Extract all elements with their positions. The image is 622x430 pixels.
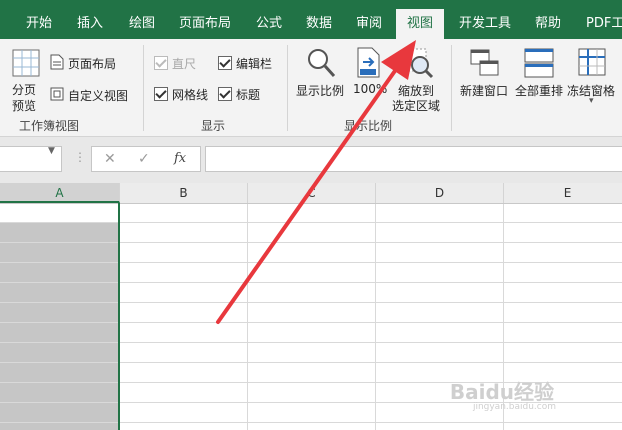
tab-view[interactable]: 视图 bbox=[396, 9, 444, 39]
gridlines-checkbox[interactable]: 网格线 bbox=[154, 85, 214, 103]
group-separator bbox=[287, 45, 288, 131]
watermark-url: jingyan.baidu.com bbox=[472, 402, 556, 412]
new-window-label: 新建窗口 bbox=[460, 84, 509, 98]
custom-views-icon bbox=[50, 87, 64, 101]
freeze-panes-icon bbox=[578, 48, 606, 76]
arrange-all-label: 全部重排 bbox=[515, 84, 564, 98]
tab-page-layout[interactable]: 页面布局 bbox=[179, 9, 231, 39]
ruler-checkbox[interactable]: 直尺 bbox=[154, 54, 214, 72]
column-header-d[interactable]: D bbox=[376, 183, 504, 203]
custom-views-label: 自定义视图 bbox=[68, 89, 129, 103]
selection-border bbox=[118, 203, 120, 430]
cancel-icon[interactable]: ✕ bbox=[104, 151, 116, 167]
page-layout-label: 页面布局 bbox=[68, 57, 117, 71]
tab-review[interactable]: 审阅 bbox=[356, 9, 382, 39]
gridlines-check-icon bbox=[154, 87, 168, 101]
zoom-to-selection-label-2: 选定区域 bbox=[392, 99, 441, 113]
tab-formulas[interactable]: 公式 bbox=[256, 9, 282, 39]
new-window-icon bbox=[470, 49, 499, 76]
column-header-row: A B C D E bbox=[0, 183, 622, 204]
zoom-100-button[interactable]: 100% bbox=[352, 45, 388, 101]
group-label-show: 显示 bbox=[201, 119, 226, 133]
zoom-100-icon bbox=[357, 47, 380, 78]
tab-help[interactable]: 帮助 bbox=[535, 9, 561, 39]
column-header-a[interactable]: A bbox=[0, 183, 120, 203]
freeze-panes-button[interactable]: 冻结窗格 ▾ bbox=[567, 45, 622, 115]
column-header-e[interactable]: E bbox=[504, 183, 622, 203]
headings-check-icon bbox=[218, 87, 232, 101]
chevron-down-icon: ▾ bbox=[589, 96, 594, 106]
column-header-b[interactable]: B bbox=[120, 183, 248, 203]
tab-data[interactable]: 数据 bbox=[306, 9, 332, 39]
page-break-preview-icon bbox=[12, 49, 40, 77]
enter-icon[interactable]: ✓ bbox=[138, 151, 150, 167]
group-separator bbox=[143, 45, 144, 131]
insert-function-icon[interactable]: fx bbox=[174, 151, 186, 166]
more-icon: ⋮ bbox=[74, 150, 86, 164]
tab-home[interactable]: 开始 bbox=[26, 9, 52, 39]
tab-developer[interactable]: 开发工具 bbox=[459, 9, 511, 39]
gridlines-label: 网格线 bbox=[172, 88, 209, 102]
group-separator bbox=[451, 45, 452, 131]
zoom-to-selection-icon bbox=[403, 48, 434, 79]
tab-pdf-tools[interactable]: PDF工具 bbox=[586, 9, 622, 39]
page-break-preview-label-1: 分页 bbox=[12, 83, 37, 97]
watermark-logo: Baidu经验 bbox=[449, 380, 554, 404]
formula-bar: ▼ ⋮ ✕ ✓ fx bbox=[0, 137, 622, 183]
custom-views-button[interactable]: 自定义视图 bbox=[50, 85, 140, 105]
page-break-preview-button[interactable]: 分页 预览 bbox=[6, 47, 46, 113]
chevron-down-icon[interactable]: ▼ bbox=[48, 146, 55, 156]
arrange-all-icon bbox=[524, 48, 554, 78]
zoom-100-label: 100% bbox=[353, 82, 388, 96]
ruler-label: 直尺 bbox=[172, 57, 197, 71]
formula-bar-label: 编辑栏 bbox=[236, 57, 273, 71]
zoom-label: 显示比例 bbox=[296, 84, 345, 98]
headings-checkbox[interactable]: 标题 bbox=[218, 85, 278, 103]
ribbon-tab-bar: 开始 插入 绘图 页面布局 公式 数据 审阅 视图 开发工具 帮助 PDF工具 bbox=[0, 0, 622, 39]
group-label-workbook-views: 工作簿视图 bbox=[19, 119, 80, 133]
magnifier-icon bbox=[308, 49, 336, 78]
page-layout-icon bbox=[50, 54, 64, 70]
formula-bar-checkbox[interactable]: 编辑栏 bbox=[218, 54, 278, 72]
zoom-to-selection-button[interactable]: 缩放到 选定区域 bbox=[390, 45, 444, 115]
page-layout-button[interactable]: 页面布局 bbox=[50, 53, 130, 73]
arrange-all-button[interactable]: 全部重排 bbox=[513, 45, 567, 101]
tab-draw[interactable]: 绘图 bbox=[129, 9, 155, 39]
formula-buttons: ✕ ✓ fx bbox=[91, 146, 201, 172]
headings-label: 标题 bbox=[236, 88, 261, 102]
zoom-button[interactable]: 显示比例 bbox=[294, 45, 348, 101]
page-break-preview-label-2: 预览 bbox=[12, 99, 37, 113]
tab-insert[interactable]: 插入 bbox=[77, 9, 103, 39]
formula-bar-check-icon bbox=[218, 56, 232, 70]
new-window-button[interactable]: 新建窗口 bbox=[458, 45, 512, 101]
group-label-zoom: 显示比例 bbox=[344, 119, 393, 133]
formula-input[interactable] bbox=[205, 146, 622, 172]
column-header-c[interactable]: C bbox=[248, 183, 376, 203]
ruler-check-icon bbox=[154, 56, 168, 70]
ribbon: 分页 预览 页面布局 自定义视图 工作簿视图 直尺 网格线 编辑栏 标题 显示 bbox=[0, 39, 622, 137]
